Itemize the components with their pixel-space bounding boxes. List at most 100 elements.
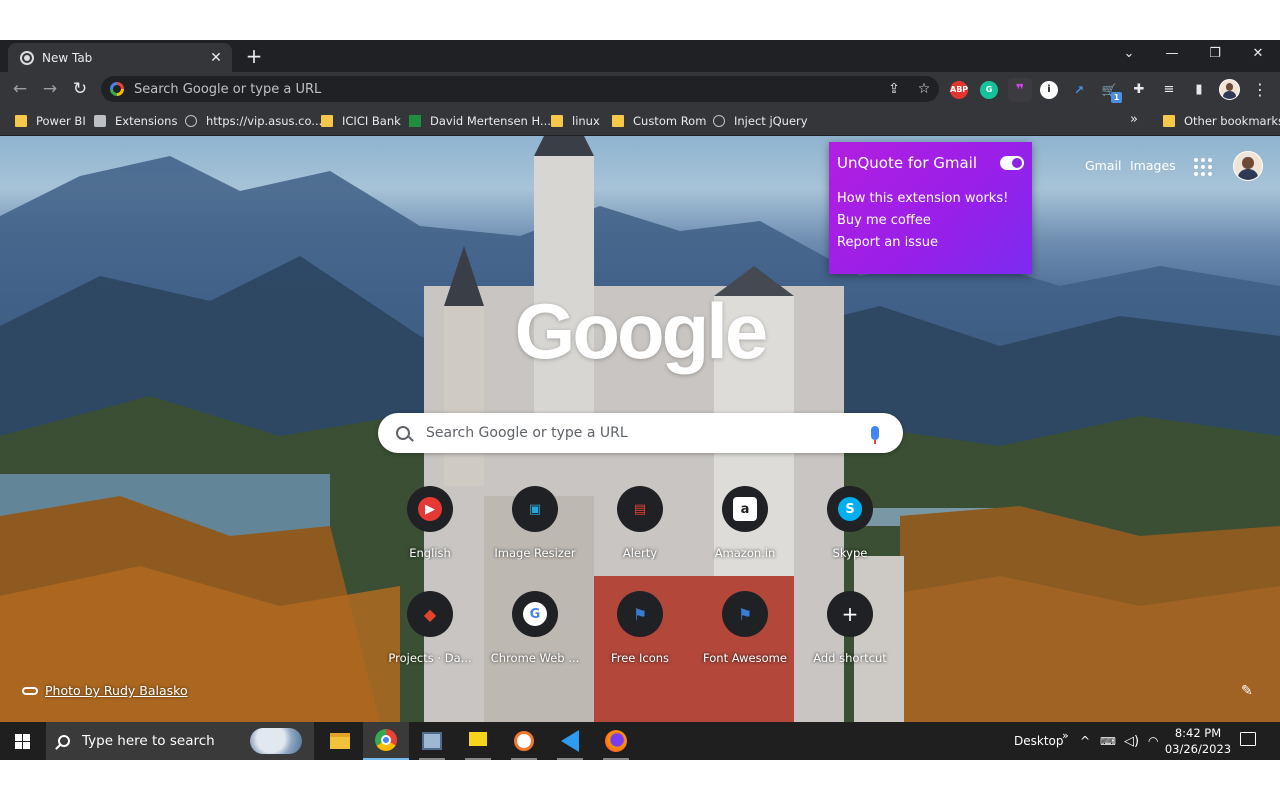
link-icon [22, 686, 38, 695]
other-bookmarks[interactable]: Other bookmarks [1163, 112, 1280, 130]
google-logo: Google [514, 287, 769, 375]
green-plus-icon [409, 115, 421, 127]
desktop-toolbar-label[interactable]: Desktop [1014, 722, 1064, 760]
windows-logo-icon [14, 733, 22, 741]
bookmark-linux[interactable]: linux [551, 112, 600, 130]
extensions-puzzle-icon[interactable]: ✚ [1128, 79, 1150, 101]
info-extension-icon[interactable]: i [1040, 81, 1058, 99]
profile-avatar[interactable] [1219, 79, 1240, 100]
bookmark-david-mertensen[interactable]: David Mertensen H... [409, 112, 551, 130]
gmail-link[interactable]: Gmail [1085, 158, 1121, 173]
shortcut-font-awesome[interactable]: ⚑ Font Awesome [693, 591, 797, 691]
image-resizer-icon: ▣ [528, 501, 542, 517]
extension-badge: 1 [1111, 92, 1122, 103]
taskbar-search-placeholder: Type here to search [82, 733, 215, 749]
reload-button[interactable]: ↻ [68, 77, 92, 101]
more-bookmarks-chevron[interactable]: » [1130, 112, 1138, 127]
popup-link-buy-coffee[interactable]: Buy me coffee [837, 210, 1024, 232]
bookmark-power-bi[interactable]: Power BI [15, 112, 86, 130]
omnibox[interactable]: Search Google or type a URL ⇪ ☆ [101, 76, 939, 102]
bookmark-asus[interactable]: https://vip.asus.co... [185, 112, 322, 130]
weather-cloud-icon[interactable] [250, 728, 302, 754]
taskbar: Type here to search Desktop » ^ ⌨ ◁) ◠ 8… [0, 722, 1280, 760]
shortcut-chrome-web-store[interactable]: G Chrome Web ... [483, 591, 587, 691]
clock-date: 03/26/2023 [1164, 742, 1232, 756]
desktop-toolbar-chevron[interactable]: » [1062, 716, 1069, 754]
alerty-store-icon: ▤ [633, 501, 647, 517]
media-controls-icon[interactable]: ≡ [1158, 79, 1180, 101]
tab-close-icon[interactable]: ✕ [208, 50, 224, 66]
popup-link-report-issue[interactable]: Report an issue [837, 232, 1024, 254]
bookmark-extensions[interactable]: Extensions [94, 112, 177, 130]
file-explorer-icon[interactable] [317, 722, 363, 760]
shortcut-add[interactable]: + Add shortcut [798, 591, 902, 691]
close-window-button[interactable]: ✕ [1236, 40, 1280, 68]
folder-icon [321, 115, 333, 127]
volume-icon[interactable]: ◁) [1124, 722, 1139, 760]
images-link[interactable]: Images [1130, 158, 1176, 173]
globe-icon [185, 115, 197, 127]
shortcut-english[interactable]: ▶ English [378, 486, 482, 586]
bookmark-star-icon[interactable]: ☆ [909, 81, 939, 97]
input-method-icon[interactable]: ⌨ [1100, 722, 1116, 760]
customize-pencil-icon[interactable]: ✎ [1241, 683, 1253, 699]
chrome-icon[interactable] [363, 722, 409, 760]
forward-button[interactable]: → [38, 77, 62, 101]
share-icon[interactable]: ⇪ [879, 81, 909, 97]
chrome-menu-icon[interactable]: ⋮ [1249, 79, 1271, 101]
adblock-plus-icon[interactable]: ABP [950, 81, 968, 99]
shortcut-projects[interactable]: ◆ Projects · Da... [378, 591, 482, 691]
flag-icon: ⚑ [632, 604, 648, 624]
shortcut-alerty[interactable]: ▤ Alerty [588, 486, 692, 586]
wifi-icon[interactable]: ◠ [1148, 722, 1158, 760]
puzzle-icon [94, 115, 106, 127]
shortcut-amazon[interactable]: a Amazon.in [693, 486, 797, 586]
google-icon [110, 82, 124, 96]
folder-icon [612, 115, 624, 127]
unquote-icon[interactable]: ❞ [1008, 78, 1032, 102]
shortcut-image-resizer[interactable]: ▣ Image Resizer [483, 486, 587, 586]
popup-link-how-it-works[interactable]: How this extension works! [837, 188, 1024, 210]
notification-center-icon[interactable] [1240, 732, 1256, 746]
bookmark-custom-rom[interactable]: Custom Rom [612, 112, 706, 130]
chart-extension-icon[interactable]: ↗ [1070, 81, 1088, 99]
minimize-button[interactable]: — [1150, 40, 1194, 68]
maximize-button[interactable]: ❐ [1193, 40, 1237, 68]
clock-app-icon[interactable] [501, 722, 547, 760]
popup-toggle[interactable] [1000, 156, 1024, 170]
clock-time: 8:42 PM [1174, 726, 1222, 740]
bookmark-inject-jquery[interactable]: Inject jQuery [713, 112, 808, 130]
tab-search-button[interactable]: ⌄ [1107, 40, 1151, 68]
shortcut-skype[interactable]: S Skype [798, 486, 902, 586]
taskbar-clock[interactable]: 8:42 PM 03/26/2023 [1160, 725, 1236, 757]
google-apps-icon[interactable] [1194, 158, 1212, 176]
back-button[interactable]: ← [8, 77, 32, 101]
photo-credit-link[interactable]: Photo by Rudy Balasko [22, 683, 188, 698]
gitlab-icon: ◆ [423, 604, 437, 624]
side-panel-icon[interactable]: ▮ [1188, 79, 1210, 101]
ntp-profile-avatar[interactable] [1233, 151, 1263, 181]
globe-icon [713, 115, 725, 127]
firefox-icon[interactable] [593, 722, 639, 760]
google-g-icon: G [523, 602, 547, 626]
tab-strip: New Tab ✕ + ⌄ — ❐ ✕ [0, 40, 1280, 72]
sticky-notes-icon[interactable] [455, 722, 501, 760]
ntp-search-box[interactable]: Search Google or type a URL [378, 413, 903, 453]
new-tab-button[interactable]: + [243, 45, 265, 67]
tray-overflow-chevron[interactable]: ^ [1080, 722, 1090, 760]
taskbar-search[interactable]: Type here to search [46, 722, 314, 760]
tab-new-tab[interactable]: New Tab ✕ [8, 43, 232, 72]
microphone-icon[interactable] [871, 426, 879, 444]
ntp-search-placeholder: Search Google or type a URL [426, 425, 628, 441]
folder-icon [15, 115, 27, 127]
grammarly-icon[interactable]: G [980, 81, 998, 99]
new-tab-page: Gmail Images Google Search Google or typ… [0, 136, 1280, 722]
tab-title: New Tab [42, 50, 93, 65]
toolbar: ← → ↻ Search Google or type a URL ⇪ ☆ AB… [0, 72, 1280, 106]
shortcut-free-icons[interactable]: ⚑ Free Icons [588, 591, 692, 691]
youtube-red-icon: ▶ [418, 497, 442, 521]
start-button[interactable] [0, 722, 44, 760]
bookmark-icici[interactable]: ICICI Bank [321, 112, 401, 130]
vscode-icon[interactable] [547, 722, 593, 760]
network-tool-icon[interactable] [409, 722, 455, 760]
